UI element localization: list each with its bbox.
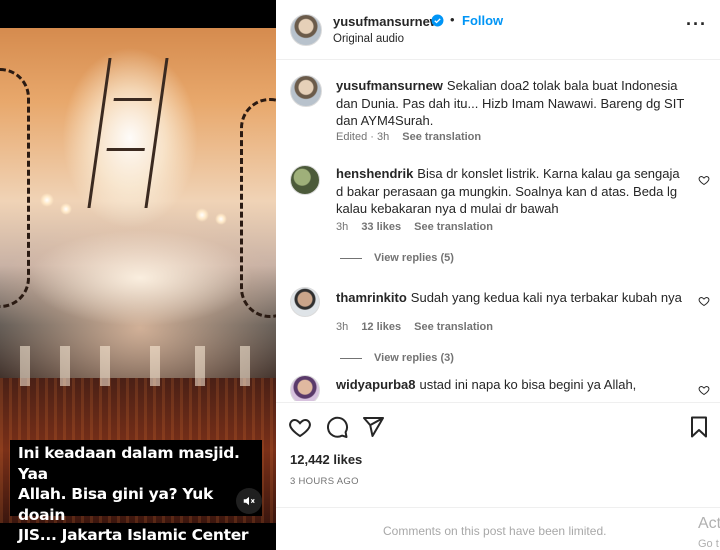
- comments-list[interactable]: yusufmansurnew Sekalian doa2 tolak bala b…: [276, 61, 720, 401]
- more-options-icon[interactable]: ···: [686, 15, 708, 38]
- caption-text: yusufmansurnew Sekalian doa2 tolak bala b…: [336, 77, 696, 130]
- avatar[interactable]: [290, 375, 320, 401]
- chandelier: [87, 58, 169, 208]
- heart-icon[interactable]: [288, 415, 312, 439]
- post-time[interactable]: 3 HOURS AGO: [290, 476, 359, 487]
- comment-body: ustad ini napa ko bisa begini ya Allah,: [419, 377, 637, 392]
- comment-time: 3h: [336, 221, 349, 233]
- light: [215, 213, 227, 225]
- avatar[interactable]: [290, 75, 322, 107]
- header-username[interactable]: yusufmansurnew: [333, 14, 440, 29]
- follow-button[interactable]: Follow: [462, 13, 503, 28]
- send-icon[interactable]: [361, 415, 385, 439]
- separator-dot: •: [450, 12, 455, 27]
- comments-limited-bar: Comments on this post have been limited.…: [276, 507, 720, 550]
- comment-text: thamrinkito Sudah yang kedua kali nya ter…: [336, 289, 686, 307]
- comment-username[interactable]: thamrinkito: [336, 290, 407, 305]
- heart-icon[interactable]: [698, 384, 710, 396]
- avatar[interactable]: [290, 14, 322, 46]
- comment-username[interactable]: widyapurba8: [336, 377, 415, 392]
- comment: henshendrik Bisa dr konslet listrik. Karn…: [276, 151, 720, 271]
- audio-label[interactable]: Original audio: [333, 33, 404, 45]
- speaker-muted-icon: [243, 496, 255, 506]
- caption-meta: Edited · 3h See translation: [336, 131, 491, 143]
- video-caption: Ini keadaan dalam masjid. Yaa Allah. Bis…: [18, 444, 249, 544]
- verified-badge-icon: [431, 14, 444, 27]
- comment-icon[interactable]: [325, 415, 349, 439]
- mute-button[interactable]: [236, 488, 262, 514]
- light: [40, 193, 54, 207]
- likes-count-link[interactable]: 33 likes: [361, 221, 401, 233]
- comment-text: henshendrik Bisa dr konslet listrik. Karn…: [336, 165, 686, 218]
- light: [60, 203, 72, 215]
- comment-time: 3h: [336, 321, 349, 333]
- comment-username[interactable]: henshendrik: [336, 166, 413, 181]
- post-caption: yusufmansurnew Sekalian doa2 tolak bala b…: [276, 61, 720, 151]
- lamp-ring-right: [240, 98, 276, 318]
- activate-windows-watermark: Act: [698, 515, 720, 532]
- post-panel: yusufmansurnew • Follow Original audio ·…: [276, 0, 720, 550]
- comment: widyapurba8 ustad ini napa ko bisa begini…: [276, 361, 720, 401]
- avatar[interactable]: [290, 287, 320, 317]
- comments-limited-notice: Comments on this post have been limited.: [383, 524, 607, 538]
- edited-time: Edited · 3h: [336, 131, 390, 143]
- heart-icon[interactable]: [698, 295, 710, 307]
- arcade-columns: [0, 346, 276, 386]
- see-translation-link[interactable]: See translation: [414, 321, 493, 333]
- comment-meta: 3h 12 likes See translation: [336, 321, 503, 333]
- likes-count-link[interactable]: 12 likes: [361, 321, 401, 333]
- likes-count[interactable]: 12,442 likes: [290, 452, 362, 467]
- post-header: yusufmansurnew • Follow Original audio ·…: [276, 0, 720, 60]
- comment-text: widyapurba8 ustad ini napa ko bisa begini…: [336, 376, 686, 394]
- comment: thamrinkito Sudah yang kedua kali nya ter…: [276, 271, 720, 371]
- comment-body: Sudah yang kedua kali nya terbakar kubah…: [410, 290, 682, 305]
- see-translation-link[interactable]: See translation: [414, 221, 493, 233]
- reel-video[interactable]: Ini keadaan dalam masjid. Yaa Allah. Bis…: [0, 0, 276, 550]
- comment-meta: 3h 33 likes See translation: [336, 221, 503, 233]
- light: [195, 208, 209, 222]
- lamp-ring-left: [0, 68, 30, 308]
- caption-username[interactable]: yusufmansurnew: [336, 78, 443, 93]
- heart-icon[interactable]: [698, 174, 710, 186]
- bookmark-icon[interactable]: [687, 415, 711, 439]
- avatar[interactable]: [290, 165, 320, 195]
- activate-windows-watermark-line: Go t: [698, 538, 719, 550]
- see-translation-link[interactable]: See translation: [402, 131, 481, 143]
- view-replies-button[interactable]: View replies (5): [340, 252, 454, 264]
